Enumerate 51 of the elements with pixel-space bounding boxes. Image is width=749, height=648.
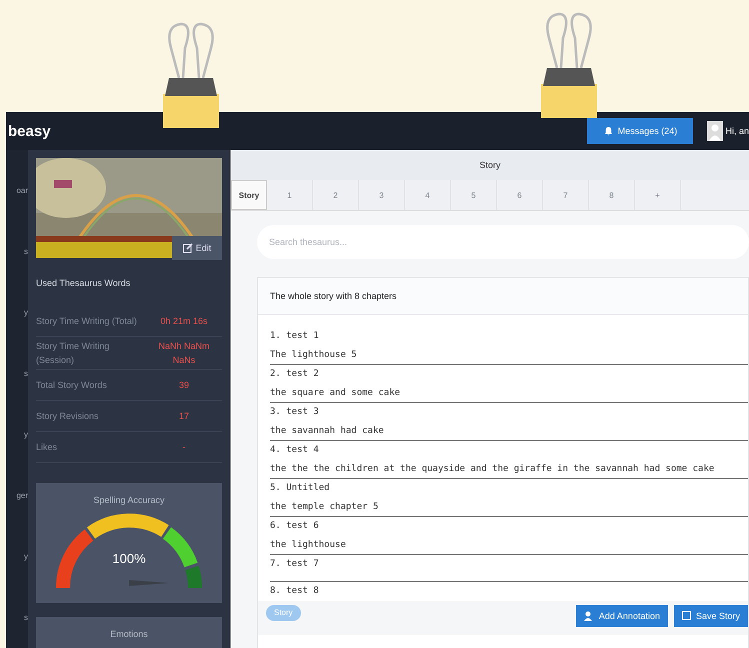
stat-label: Total Story Words: [36, 379, 108, 392]
chapter-text: the square and some cake: [270, 386, 402, 400]
chapter-heading: 7. test 7: [270, 558, 320, 571]
panel-header: Story: [231, 150, 749, 180]
stat-label: Story Revisions: [36, 410, 100, 423]
add-annotation-button[interactable]: Add Annotation: [576, 604, 668, 626]
section-title: Used Thesaurus Words: [36, 278, 132, 288]
stat-value: 0h 21m 16s: [159, 315, 209, 328]
nav-item[interactable]: y: [6, 552, 28, 561]
gauge-reading: 100%: [111, 551, 147, 566]
chapter-heading: 2. test 2: [270, 368, 320, 381]
card-title: Emotions: [109, 628, 149, 639]
messages-button[interactable]: Messages (24): [587, 118, 694, 144]
chapter-tab[interactable]: Story: [231, 180, 267, 210]
chapter-heading: 8. test 8: [270, 585, 320, 598]
person-icon: [584, 610, 594, 620]
nav-item[interactable]: s: [6, 369, 28, 378]
chapter-heading: 5. Untitled: [270, 482, 331, 495]
edit-icon: [182, 243, 193, 253]
stat-value: NaNh NaNm NaNs: [157, 340, 210, 367]
chapter-heading: 3. test 3: [270, 406, 320, 419]
nav-item[interactable]: oar: [6, 186, 28, 195]
edit-button[interactable]: Edit: [172, 236, 222, 260]
chapter-heading: 1. test 1: [270, 330, 320, 343]
chapter-text: the the the children at the quayside and the giraffe in the savannah had some cake: [270, 462, 716, 476]
nav-item[interactable]: y: [6, 308, 28, 317]
nav-item[interactable]: ger: [6, 491, 28, 500]
search-field[interactable]: Search thesaurus...: [257, 225, 749, 259]
nav-item[interactable]: y: [6, 430, 28, 439]
chapter-text: the lighthouse: [270, 538, 347, 552]
chapter-text: the temple chapter 5: [270, 500, 380, 514]
card-title: Spelling Accuracy: [92, 494, 166, 505]
bell-icon: [604, 126, 613, 136]
chapter-text: the savannah had cake: [270, 424, 385, 438]
user-greeting[interactable]: Hi, an: [725, 126, 749, 136]
save-icon: [682, 611, 691, 620]
chapter-heading: 6. test 6: [270, 520, 320, 533]
avatar-icon[interactable]: [707, 121, 724, 141]
stat-value: 17: [178, 410, 190, 423]
stat-label: Story Time Writing (Total): [36, 315, 138, 328]
stat-label: Likes: [36, 441, 58, 454]
nav-item[interactable]: s: [6, 247, 28, 256]
stat-value: 39: [178, 379, 190, 392]
chapter-text: The lighthouse 5: [270, 348, 358, 362]
save-story-button[interactable]: Save Story: [674, 604, 748, 626]
stat-label: Story Time Writing (Session): [36, 340, 110, 367]
nav-item[interactable]: s: [6, 613, 28, 622]
chapter-heading: 4. test 4: [270, 444, 320, 457]
card-title: The whole story with 8 chapters: [258, 278, 748, 315]
stat-value: -: [182, 441, 186, 454]
logo[interactable]: beasy: [8, 122, 51, 140]
